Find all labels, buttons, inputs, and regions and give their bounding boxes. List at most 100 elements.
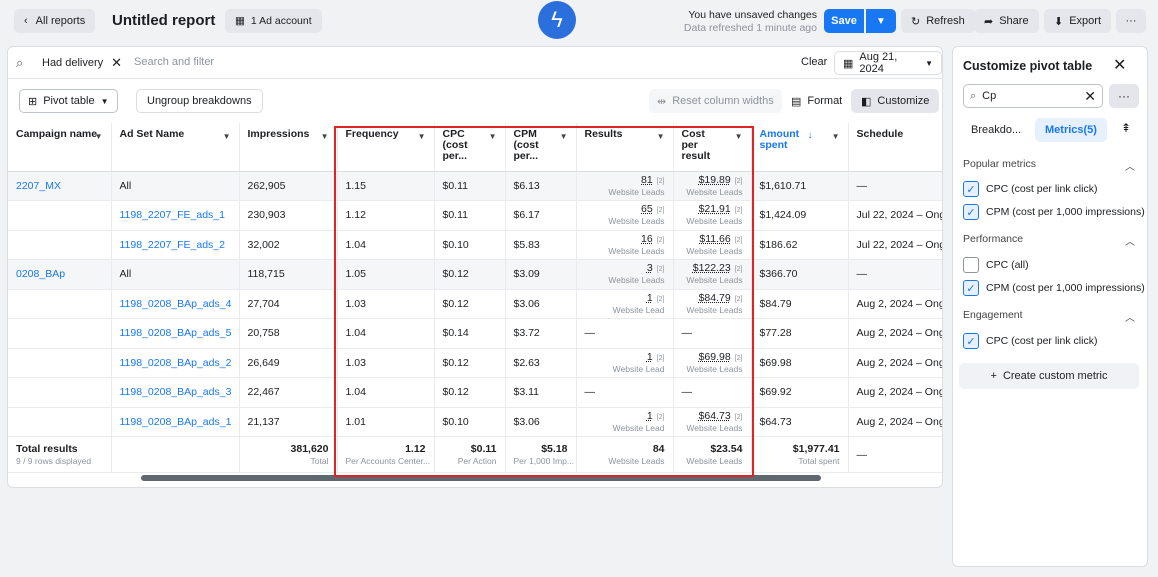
column-order-icon[interactable]: ⇞: [1121, 121, 1131, 135]
export-button[interactable]: ⬇ Export: [1044, 9, 1112, 33]
table-row[interactable]: 1198_2207_FE_ads_1 230,903 1.12 $0.11 $6.17 6…: [8, 200, 942, 231]
ad-set-name-cell[interactable]: All: [111, 171, 240, 201]
campaign-name-cell[interactable]: [8, 348, 112, 378]
close-icon[interactable]: ✕: [111, 55, 122, 71]
all-reports-button[interactable]: ‹ All reports: [14, 9, 96, 33]
column-header-amount-spent[interactable]: Amount spent ↓ ▼: [751, 123, 849, 172]
checkbox-checked-icon[interactable]: ✓: [963, 181, 979, 197]
ad-set-name-cell[interactable]: 1198_0208_BAp_ads_3: [111, 377, 240, 408]
chevron-down-icon[interactable]: ▼: [418, 131, 426, 142]
campaign-name-cell[interactable]: [8, 318, 112, 349]
campaign-name-cell[interactable]: [8, 200, 112, 231]
table-row[interactable]: 1198_0208_BAp_ads_4 27,704 1.03 $0.12 $3.06 1…: [8, 289, 942, 319]
campaign-name-cell[interactable]: [8, 289, 112, 319]
create-custom-metric-button[interactable]: + Create custom metric: [959, 363, 1139, 389]
customize-label: Customize: [877, 95, 930, 107]
clear-search-icon[interactable]: ✕: [1084, 88, 1096, 105]
campaign-name-cell[interactable]: 2207_MX: [8, 171, 112, 201]
reset-column-widths-button[interactable]: ⇹ Reset column widths: [649, 89, 782, 113]
campaign-name-cell[interactable]: [8, 407, 112, 437]
column-header-results[interactable]: Results ▼: [576, 123, 674, 172]
more-options-button[interactable]: ···: [1116, 9, 1146, 33]
column-header-frequency[interactable]: Frequency ▼: [337, 123, 435, 172]
chevron-down-icon[interactable]: ▼: [95, 131, 103, 142]
ad-account-button[interactable]: ▦ 1 Ad account: [225, 9, 322, 33]
format-button[interactable]: ▤ Format: [783, 89, 850, 113]
more-options-button[interactable]: ···: [1109, 84, 1139, 108]
table-row[interactable]: 1198_0208_BAp_ads_3 22,467 1.04 $0.12 $3.11—…: [8, 377, 942, 408]
sort-descending-icon: ↓: [807, 130, 813, 141]
table-row[interactable]: 2207_MX All 262,905 1.15 $0.11 $6.13 81 [2] Webs…: [8, 171, 942, 201]
campaign-name-cell[interactable]: [8, 377, 112, 408]
clear-filters-button[interactable]: Clear: [801, 56, 827, 68]
amount-spent-cell: $69.92: [751, 377, 849, 408]
date-picker-button[interactable]: ▦ Aug 21, 2024 ▼: [834, 51, 942, 75]
tab-metrics[interactable]: Metrics(5): [1035, 118, 1107, 142]
checkbox-unchecked-icon[interactable]: [963, 257, 979, 273]
table-row[interactable]: 1198_0208_BAp_ads_1 21,137 1.01 $0.10 $3.06 1…: [8, 407, 942, 437]
column-header-ad-set-name[interactable]: Ad Set Name ▼: [111, 123, 240, 172]
total-schedule: —: [848, 436, 942, 473]
metric-search-input[interactable]: ⌕ Cp ✕: [963, 84, 1103, 108]
chevron-down-icon[interactable]: ▼: [832, 131, 840, 142]
chevron-down-icon[interactable]: ▼: [321, 131, 329, 142]
horizontal-scrollbar[interactable]: [141, 475, 821, 481]
schedule-cell: Jul 22, 2024 – Ongoing: [848, 230, 942, 260]
cpr-cell: —: [673, 377, 752, 408]
cpm-cell: $3.09: [505, 259, 577, 290]
info-flag-icon: [2]: [656, 295, 665, 303]
option-cpm[interactable]: ✓ CPM (cost per 1,000 impressions): [963, 204, 1145, 220]
table-row[interactable]: 1198_0208_BAp_ads_5 20,758 1.04 $0.14 $3.72—…: [8, 318, 942, 349]
table-row[interactable]: 0208_BAp All 118,715 1.05 $0.12 $3.09 3 [2] Webs…: [8, 259, 942, 290]
chevron-up-icon[interactable]: ︿: [1125, 233, 1135, 248]
option-cpc-all[interactable]: CPC (all): [963, 257, 1029, 273]
campaign-name-cell[interactable]: 0208_BAp: [8, 259, 112, 290]
frequency-cell: 1.03: [337, 348, 435, 378]
campaign-name-cell[interactable]: [8, 230, 112, 260]
column-header-cost-per-result[interactable]: Cost per result ▼: [673, 123, 752, 172]
save-dropdown-button[interactable]: ▼: [866, 9, 896, 33]
ungroup-breakdowns-button[interactable]: Ungroup breakdowns: [136, 89, 263, 113]
option-label: CPC (all): [986, 259, 1029, 271]
customize-button[interactable]: ◧ Customize: [851, 89, 940, 113]
option-cpc-link-click-engagement[interactable]: ✓ CPC (cost per link click): [963, 333, 1097, 349]
close-icon[interactable]: ✕: [1113, 55, 1126, 75]
column-header-cpm[interactable]: CPM (cost per... ▼: [505, 123, 577, 172]
ad-set-name-cell[interactable]: 1198_0208_BAp_ads_4: [111, 289, 240, 319]
checkbox-checked-icon[interactable]: ✓: [963, 280, 979, 296]
filter-chip-had-delivery[interactable]: Had delivery ✕: [36, 53, 128, 73]
refresh-button[interactable]: ↻ Refresh: [901, 9, 975, 33]
total-results: 84 Website Leads: [576, 436, 674, 473]
chevron-down-icon[interactable]: ▼: [735, 131, 743, 142]
chevron-down-icon[interactable]: ▼: [657, 131, 665, 142]
chevron-up-icon[interactable]: ︿: [1125, 309, 1135, 324]
chevron-up-icon[interactable]: ︿: [1125, 158, 1135, 173]
report-title[interactable]: Untitled report: [112, 12, 215, 29]
option-cpm-performance[interactable]: ✓ CPM (cost per 1,000 impressions): [963, 280, 1145, 296]
table-row[interactable]: 1198_2207_FE_ads_2 32,002 1.04 $0.10 $5.83 16…: [8, 230, 942, 260]
search-filter-input[interactable]: Search and filter: [134, 56, 214, 68]
column-header-cpc[interactable]: CPC (cost per... ▼: [434, 123, 506, 172]
info-flag-icon: [2]: [656, 266, 665, 274]
chevron-down-icon[interactable]: ▼: [223, 131, 231, 142]
column-header-campaign-name[interactable]: Campaign name ▼: [8, 123, 112, 172]
ad-set-name-cell[interactable]: 1198_0208_BAp_ads_1: [111, 407, 240, 437]
column-header-schedule[interactable]: Schedule: [848, 123, 942, 172]
ad-set-name-cell[interactable]: All: [111, 259, 240, 290]
ad-set-name-cell[interactable]: 1198_2207_FE_ads_2: [111, 230, 240, 260]
checkbox-checked-icon[interactable]: ✓: [963, 333, 979, 349]
share-button[interactable]: ➦ Share: [974, 9, 1039, 33]
checkbox-checked-icon[interactable]: ✓: [963, 204, 979, 220]
save-button[interactable]: Save: [824, 9, 864, 33]
table-row[interactable]: 1198_0208_BAp_ads_2 26,649 1.03 $0.12 $2.63 1…: [8, 348, 942, 378]
ad-set-name-cell[interactable]: 1198_2207_FE_ads_1: [111, 200, 240, 231]
chevron-down-icon[interactable]: ▼: [489, 131, 497, 142]
tab-breakdowns[interactable]: Breakdo...: [971, 118, 1021, 142]
column-header-impressions[interactable]: Impressions ▼: [239, 123, 338, 172]
option-cpc-link-click[interactable]: ✓ CPC (cost per link click): [963, 181, 1097, 197]
unsaved-status: You have unsaved changes Data refreshed …: [676, 9, 817, 35]
ad-set-name-cell[interactable]: 1198_0208_BAp_ads_5: [111, 318, 240, 349]
chevron-down-icon[interactable]: ▼: [560, 131, 568, 142]
ad-set-name-cell[interactable]: 1198_0208_BAp_ads_2: [111, 348, 240, 378]
pivot-table-button[interactable]: ⊞ Pivot table ▼: [19, 89, 118, 113]
